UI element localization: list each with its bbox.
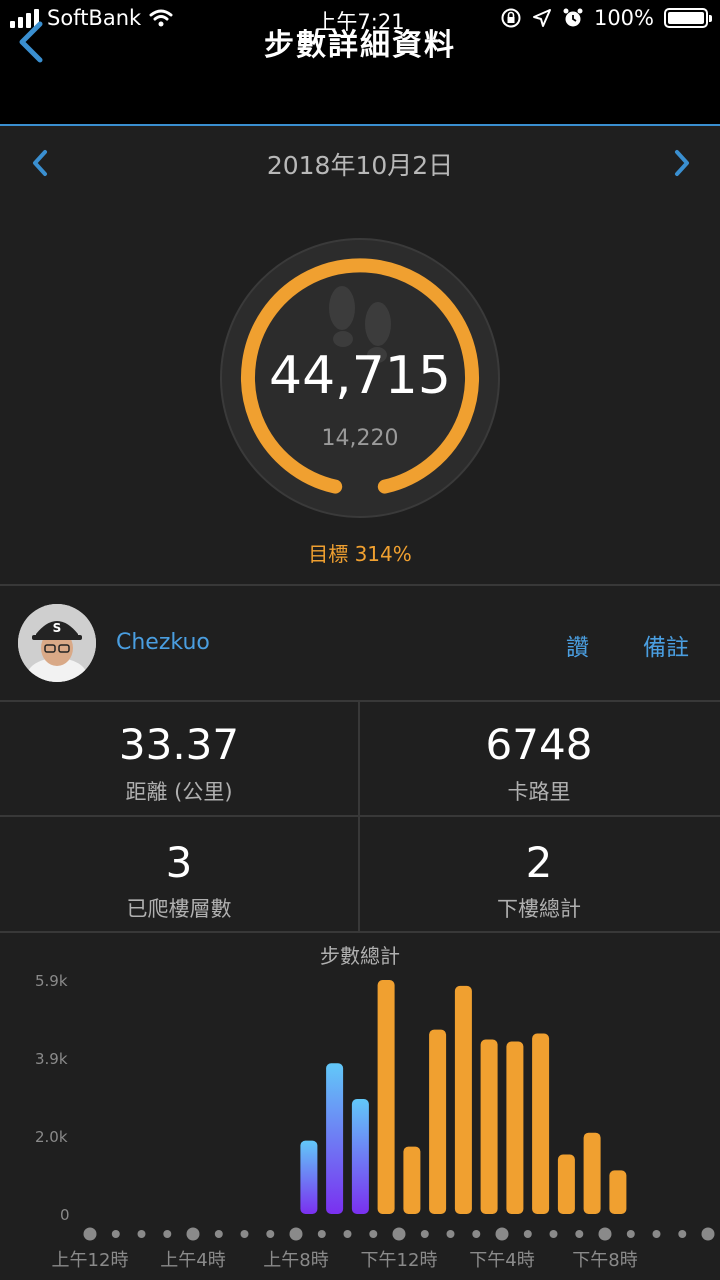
divider [0,931,720,933]
chart-bar [583,1132,601,1214]
x-axis-dot [369,1230,378,1238]
calories-label: 卡路里 [507,780,571,804]
x-axis-dot [472,1230,481,1238]
chart-bar [326,1063,344,1214]
x-axis-dot [420,1230,429,1238]
x-axis-dot [266,1230,275,1238]
chart-bar [454,985,472,1214]
date-label: 2018年10月2日 [266,151,454,180]
x-axis-dot [289,1227,303,1241]
x-axis-dot [317,1230,326,1238]
y-tick-label: 2.0k [35,1128,68,1146]
chart-bar [532,1033,550,1214]
x-axis-dot [111,1230,120,1238]
page-title: 步數詳細資料 [264,28,456,63]
x-tick-label: 上午4時 [160,1250,225,1271]
x-tick-label: 下午8時 [572,1250,637,1271]
x-axis-dot [495,1227,509,1241]
distance-value: 33.37 [118,720,240,769]
chart-bar [377,980,395,1214]
username-link[interactable]: Chezkuo [116,630,210,655]
x-axis-dot [163,1230,172,1238]
x-axis-dot [186,1227,200,1241]
y-tick-label: 0 [60,1206,70,1224]
chart-bar [300,1140,318,1214]
x-tick-label: 上午12時 [52,1250,129,1271]
floors-descended-label: 下樓總計 [497,897,581,921]
avatar-image: S [18,604,96,682]
floors-climbed-value: 3 [165,838,193,887]
x-axis-dot [549,1230,558,1238]
x-axis-dot [598,1227,612,1241]
y-tick-label: 5.9k [35,972,68,990]
floors-descended-value: 2 [525,838,553,887]
step-goal-value: 14,220 [321,426,399,451]
x-axis-dot [626,1230,635,1238]
next-day-chevron-icon[interactable] [670,148,694,178]
calories-value: 6748 [485,720,593,769]
distance-label: 距離 (公里) [125,780,233,804]
total-steps-value: 44,715 [269,346,451,406]
y-tick-label: 3.9k [35,1050,68,1068]
like-button[interactable]: 讚 [566,628,589,662]
x-axis-dot [83,1227,97,1241]
x-tick-label: 下午12時 [361,1250,438,1271]
x-axis-dot [214,1230,223,1238]
chart-bar [609,1170,627,1214]
x-axis-dot [575,1230,584,1238]
x-axis-dot [701,1227,715,1241]
divider [0,815,720,817]
avatar[interactable]: S [18,604,96,682]
divider [0,700,720,702]
x-axis-dot [392,1227,406,1241]
floors-climbed-label: 已爬樓層數 [126,897,232,921]
chart-bar [351,1099,369,1214]
x-axis-dot [446,1230,455,1238]
note-button[interactable]: 備註 [643,628,689,662]
svg-text:S: S [53,621,62,635]
x-axis-dot [678,1230,687,1238]
hourly-steps-chart: 5.9k 3.9k 2.0k 0 上午12時 上午4時 上午8時 下午12時 下… [35,972,715,1271]
chart-bar [429,1029,447,1214]
goal-percent-label: 目標 314% [308,542,412,566]
x-axis-dot [652,1230,661,1238]
chart-bar [506,1041,524,1214]
x-axis-dot [343,1230,352,1238]
chart-bar [480,1039,498,1214]
chart-bar [403,1146,421,1214]
x-axis-dot [240,1230,249,1238]
x-tick-label: 下午4時 [469,1250,534,1271]
x-axis-dot [137,1230,146,1238]
chart-bar [557,1154,575,1214]
x-axis-dot [523,1230,532,1238]
divider [0,584,720,586]
x-tick-label: 上午8時 [263,1250,328,1271]
